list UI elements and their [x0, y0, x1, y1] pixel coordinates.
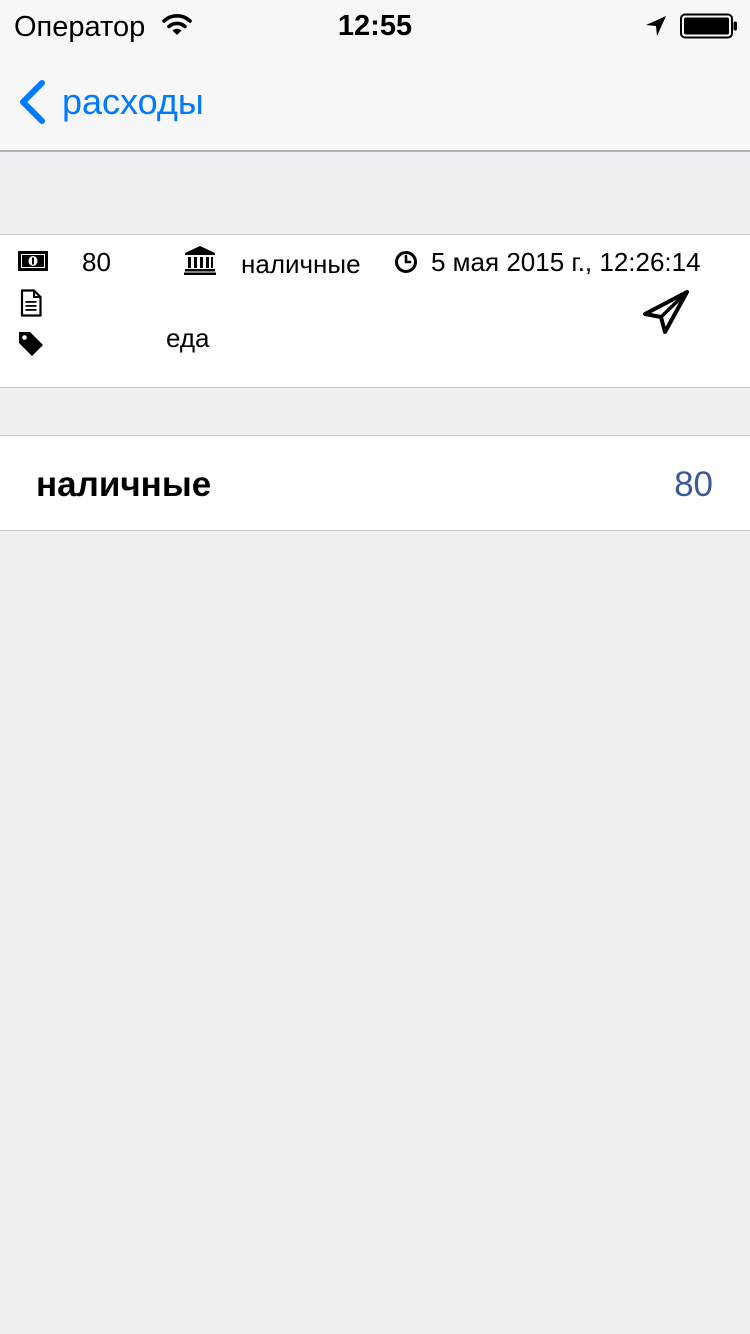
paper-plane-icon[interactable] — [642, 289, 690, 335]
transaction-amount: 80 — [82, 247, 111, 277]
account-row[interactable]: наличные 80 — [0, 435, 750, 531]
back-button-label: расходы — [62, 81, 204, 122]
location-arrow-icon — [646, 16, 666, 36]
account-value: 80 — [674, 465, 713, 504]
clock-icon — [395, 251, 417, 273]
back-button[interactable]: расходы — [16, 76, 204, 128]
money-icon — [18, 251, 48, 271]
transaction-category: еда — [166, 323, 210, 353]
transaction-cell[interactable]: 80 наличные 5 мая 2015 г., 12:26:14 еда — [0, 234, 750, 388]
account-name: наличные — [36, 465, 212, 504]
status-time: 12:55 — [337, 10, 413, 42]
tag-icon — [19, 332, 43, 356]
document-icon — [20, 289, 42, 317]
navigation-bar: Оператор 12:55 расходы — [0, 0, 750, 152]
chevron-left-icon — [20, 80, 45, 124]
battery-icon — [680, 13, 737, 39]
bank-icon — [184, 246, 216, 275]
transaction-datetime: 5 мая 2015 г., 12:26:14 — [431, 247, 701, 277]
transaction-account: наличные — [241, 249, 361, 279]
